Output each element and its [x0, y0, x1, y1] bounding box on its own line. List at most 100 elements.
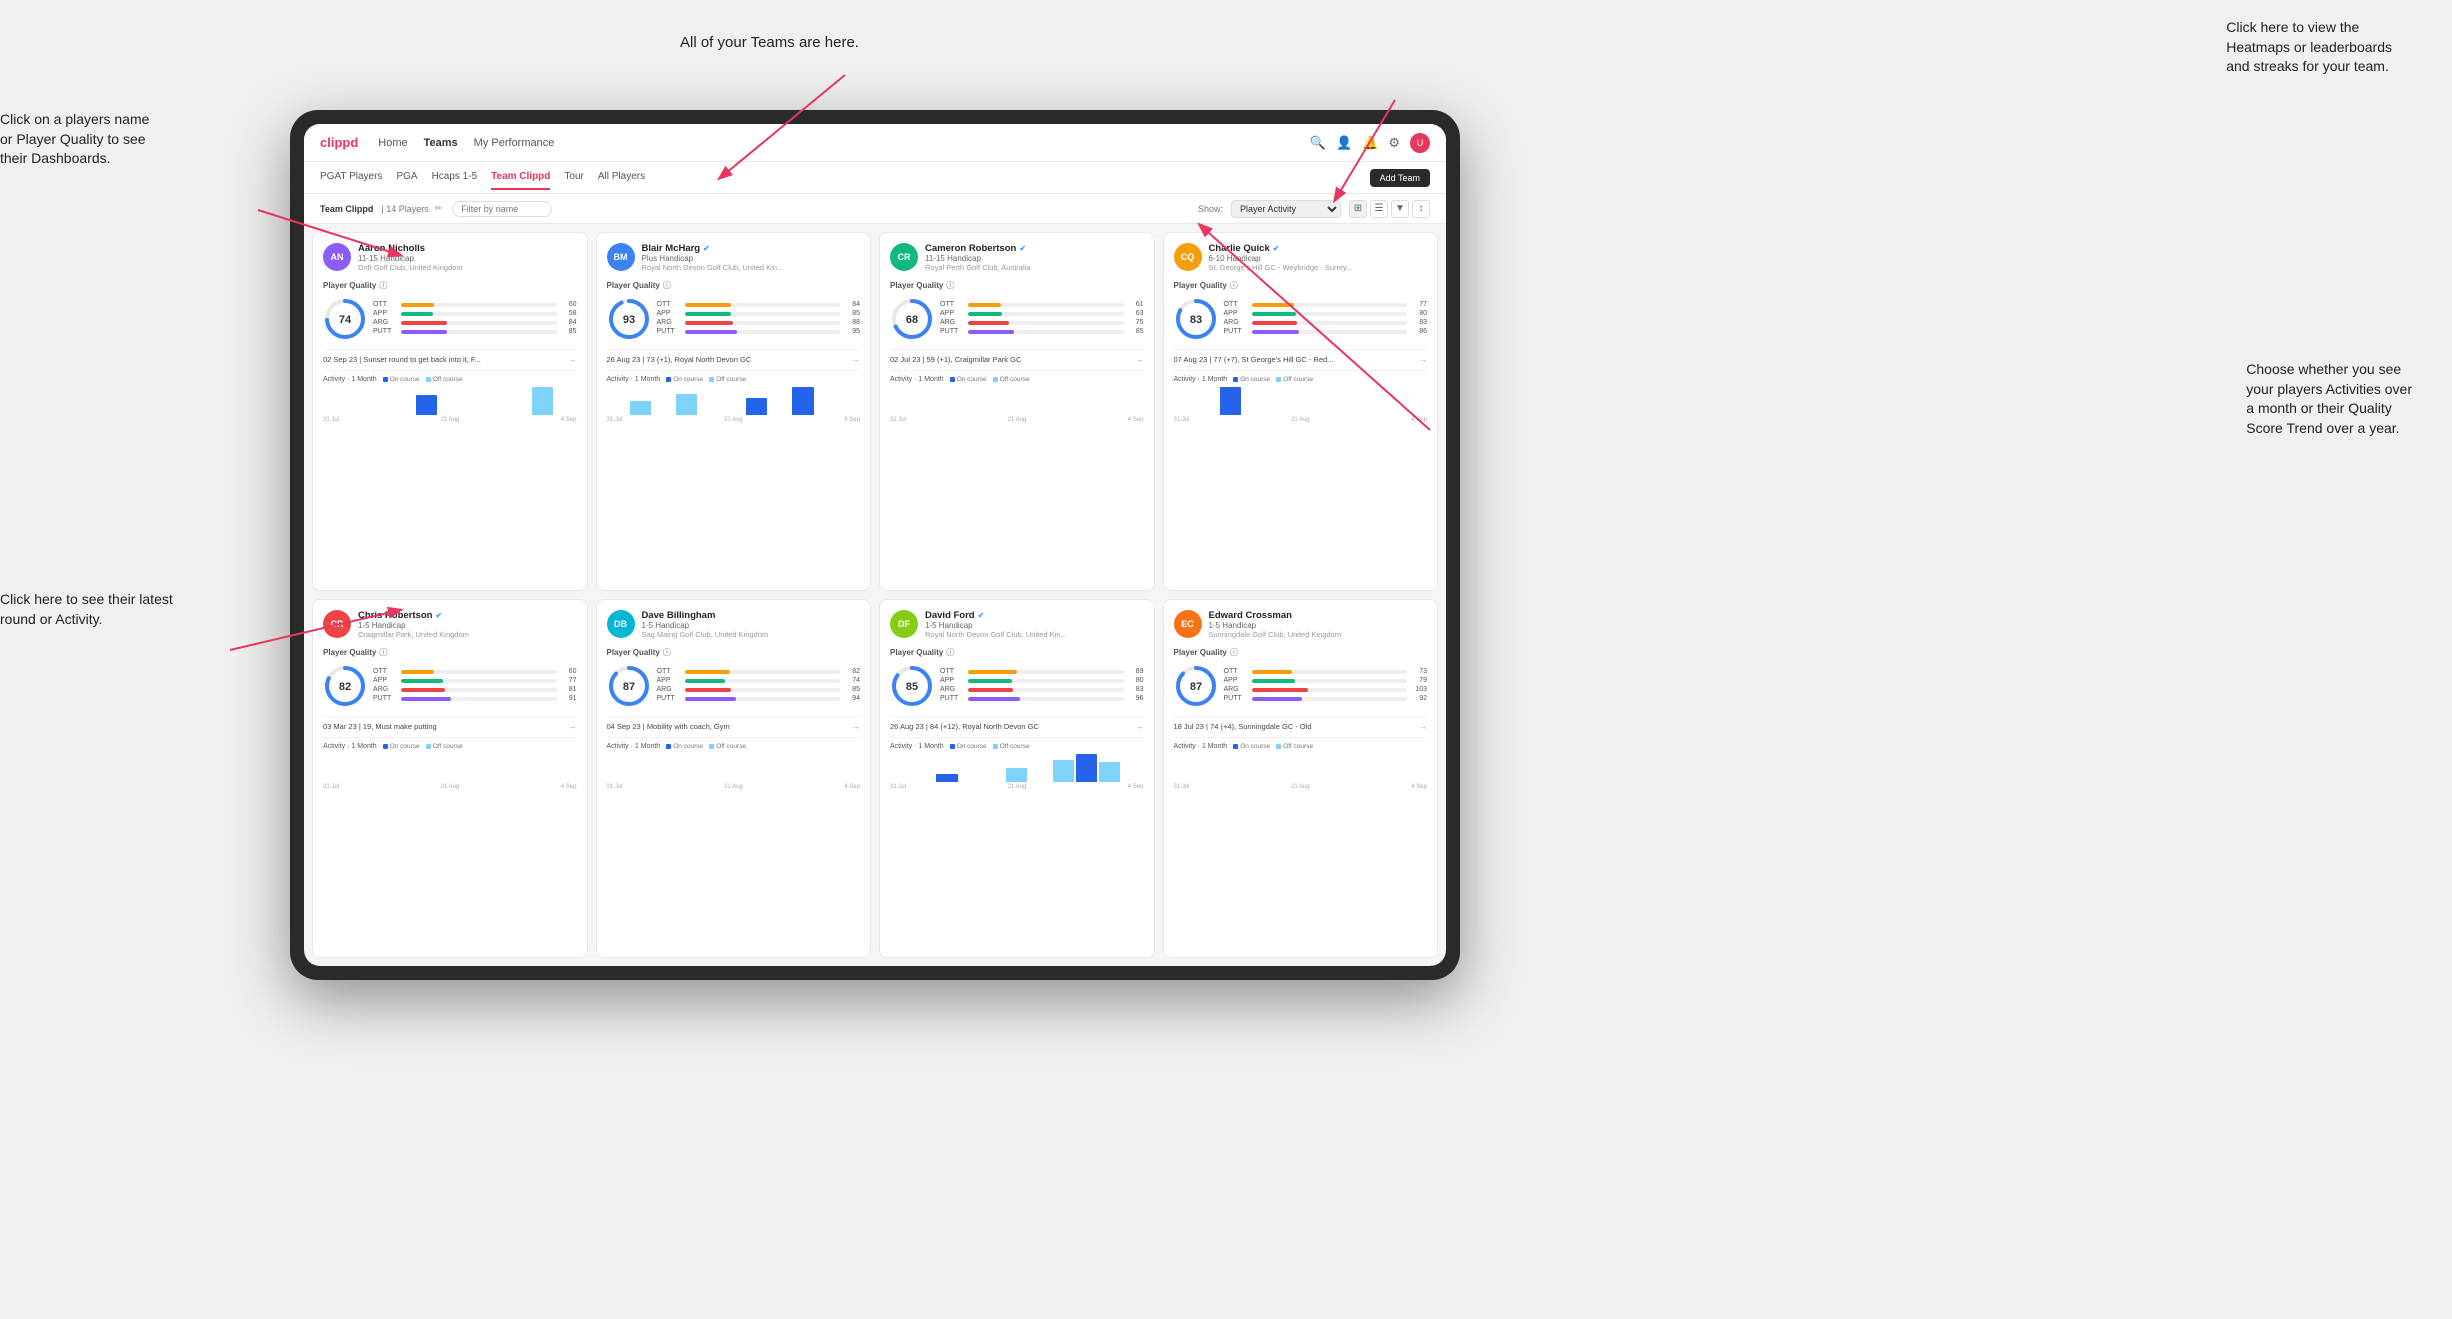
stat-bar-container [401, 670, 557, 674]
stat-row: PUTT 86 [1224, 328, 1428, 335]
legend-off-course: Off course [993, 376, 1030, 383]
quality-section[interactable]: 82 OTT 60 APP 77 ARG 81 PUTT 91 [323, 664, 577, 708]
recent-round[interactable]: 18 Jul 23 | 74 (+4), Sunningdale GC - Ol… [1174, 716, 1428, 731]
player-name[interactable]: Aaron Nicholls [358, 243, 577, 254]
stat-row: OTT 89 [940, 668, 1144, 675]
player-name[interactable]: Charlie Quick✔ [1209, 243, 1428, 254]
quality-stats: OTT 89 APP 80 ARG 83 PUTT 96 [940, 668, 1144, 704]
stat-value: 103 [1411, 686, 1427, 693]
stat-value: 77 [561, 677, 577, 684]
tab-pgat-players[interactable]: PGAT Players [320, 165, 382, 190]
stat-label: APP [657, 677, 681, 684]
avatar[interactable]: U [1410, 133, 1430, 153]
stat-label: APP [373, 310, 397, 317]
stat-row: ARG 83 [1224, 319, 1428, 326]
nav-home[interactable]: Home [378, 135, 407, 151]
quality-stats: OTT 82 APP 74 ARG 85 PUTT 94 [657, 668, 861, 704]
stat-bar-container [685, 679, 841, 683]
chart-x-labels: 31 Jul 21 Aug 4 Sep [323, 784, 577, 790]
tab-hcaps[interactable]: Hcaps 1-5 [432, 165, 478, 190]
player-name[interactable]: Cameron Robertson✔ [925, 243, 1144, 254]
stat-value: 81 [561, 686, 577, 693]
nav-links: Home Teams My Performance [378, 135, 1310, 151]
show-label: Show: [1198, 204, 1223, 214]
stat-bar [1252, 670, 1292, 674]
player-name[interactable]: Dave Billingham [642, 610, 861, 621]
edit-icon[interactable]: ✏ [435, 203, 443, 214]
player-card[interactable]: DB Dave Billingham 1-5 Handicap Sag Main… [596, 599, 872, 958]
stat-label: ARG [657, 686, 681, 693]
quality-section[interactable]: 85 OTT 89 APP 80 ARG 83 PUTT 96 [890, 664, 1144, 708]
svg-text:82: 82 [339, 681, 351, 693]
player-club: St. George's Hill GC - Weybridge - Surre… [1209, 263, 1428, 272]
stat-row: ARG 75 [940, 319, 1144, 326]
nav-logo[interactable]: clippd [320, 135, 358, 150]
round-arrow: → [852, 722, 860, 731]
stat-label: ARG [1224, 686, 1248, 693]
settings-icon[interactable]: ⚙ [1388, 135, 1400, 151]
player-card[interactable]: BM Blair McHarg✔ Plus Handicap Royal Nor… [596, 232, 872, 591]
stat-value: 94 [844, 695, 860, 702]
sort-icon[interactable]: ↕ [1412, 200, 1430, 218]
bell-icon[interactable]: 🔔 [1362, 135, 1378, 151]
user-icon[interactable]: 👤 [1336, 135, 1352, 151]
recent-round[interactable]: 02 Jul 23 | 59 (+1), Craigmillar Park GC… [890, 349, 1144, 364]
list-view-icon[interactable]: ☰ [1370, 200, 1388, 218]
player-name[interactable]: Edward Crossman [1209, 610, 1428, 621]
tab-pga[interactable]: PGA [396, 165, 417, 190]
player-card[interactable]: CR Cameron Robertson✔ 11-15 Handicap Roy… [879, 232, 1155, 591]
player-club: Sag Maing Golf Club, United Kingdom [642, 630, 861, 639]
player-card[interactable]: CR Chris Robertson✔ 1-5 Handicap Craigmi… [312, 599, 588, 958]
recent-round[interactable]: 02 Sep 23 | Sunset round to get back int… [323, 349, 577, 364]
quality-section[interactable]: 83 OTT 77 APP 80 ARG 83 PUTT 86 [1174, 297, 1428, 341]
x-label-end: 4 Sep [1128, 417, 1144, 423]
recent-round[interactable]: 26 Aug 23 | 73 (+1), Royal North Devon G… [607, 349, 861, 364]
add-team-button[interactable]: Add Team [1370, 169, 1430, 187]
player-card[interactable]: CQ Charlie Quick✔ 6-10 Handicap St. Geor… [1163, 232, 1439, 591]
recent-round[interactable]: 07 Aug 23 | 77 (+7), St George's Hill GC… [1174, 349, 1428, 364]
recent-round[interactable]: 03 Mar 23 | 19, Must make putting → [323, 716, 577, 731]
nav-teams[interactable]: Teams [424, 135, 458, 151]
stat-label: APP [657, 310, 681, 317]
svg-text:68: 68 [906, 314, 918, 326]
legend-dot-on [666, 744, 671, 749]
stat-row: OTT 82 [657, 668, 861, 675]
player-card[interactable]: DF David Ford✔ 1-5 Handicap Royal North … [879, 599, 1155, 958]
search-input[interactable] [452, 201, 552, 217]
quality-section[interactable]: 87 OTT 82 APP 74 ARG 85 PUTT 94 [607, 664, 861, 708]
quality-section[interactable]: 87 OTT 73 APP 79 ARG 103 PUTT 92 [1174, 664, 1428, 708]
show-select[interactable]: Player Activity Quality Score Trend [1231, 200, 1341, 218]
player-name[interactable]: David Ford✔ [925, 610, 1144, 621]
x-label-start: 31 Jul [323, 417, 339, 423]
search-icon[interactable]: 🔍 [1310, 135, 1326, 151]
stat-bar [1252, 688, 1308, 692]
filter-icon[interactable]: ▼ [1391, 200, 1409, 218]
quality-section[interactable]: 68 OTT 61 APP 63 ARG 75 PUTT 85 [890, 297, 1144, 341]
quality-section[interactable]: 93 OTT 84 APP 85 ARG 88 PUTT 95 [607, 297, 861, 341]
stat-bar-container [1252, 697, 1408, 701]
legend-off-course: Off course [709, 743, 746, 750]
legend-on-course: On course [666, 743, 703, 750]
grid-view-icon[interactable]: ⊞ [1349, 200, 1367, 218]
legend-dot-off [426, 744, 431, 749]
tab-all-players[interactable]: All Players [598, 165, 645, 190]
x-label-end: 4 Sep [561, 417, 577, 423]
legend-off-course: Off course [1276, 376, 1313, 383]
player-card[interactable]: EC Edward Crossman 1-5 Handicap Sunningd… [1163, 599, 1439, 958]
tab-tour[interactable]: Tour [564, 165, 583, 190]
stat-row: PUTT 95 [657, 328, 861, 335]
player-card[interactable]: AN Aaron Nicholls 11-15 Handicap Drift G… [312, 232, 588, 591]
player-club: Sunningdale Golf Club, United Kingdom [1209, 630, 1428, 639]
stat-bar-container [685, 321, 841, 325]
player-name[interactable]: Blair McHarg✔ [642, 243, 861, 254]
stat-bar-container [685, 670, 841, 674]
tab-team-clippd[interactable]: Team Clippd [491, 165, 550, 190]
annotation-top-center: All of your Teams are here. [680, 32, 859, 53]
toolbar: Team Clippd | 14 Players ✏ Show: Player … [304, 194, 1446, 224]
player-name[interactable]: Chris Robertson✔ [358, 610, 577, 621]
legend-off-label: Off course [716, 743, 746, 750]
quality-section[interactable]: 74 OTT 60 APP 58 ARG 84 PUTT 85 [323, 297, 577, 341]
recent-round[interactable]: 26 Aug 23 | 84 (+12), Royal North Devon … [890, 716, 1144, 731]
recent-round[interactable]: 04 Sep 23 | Mobility with coach, Gym → [607, 716, 861, 731]
nav-performance[interactable]: My Performance [474, 135, 555, 151]
